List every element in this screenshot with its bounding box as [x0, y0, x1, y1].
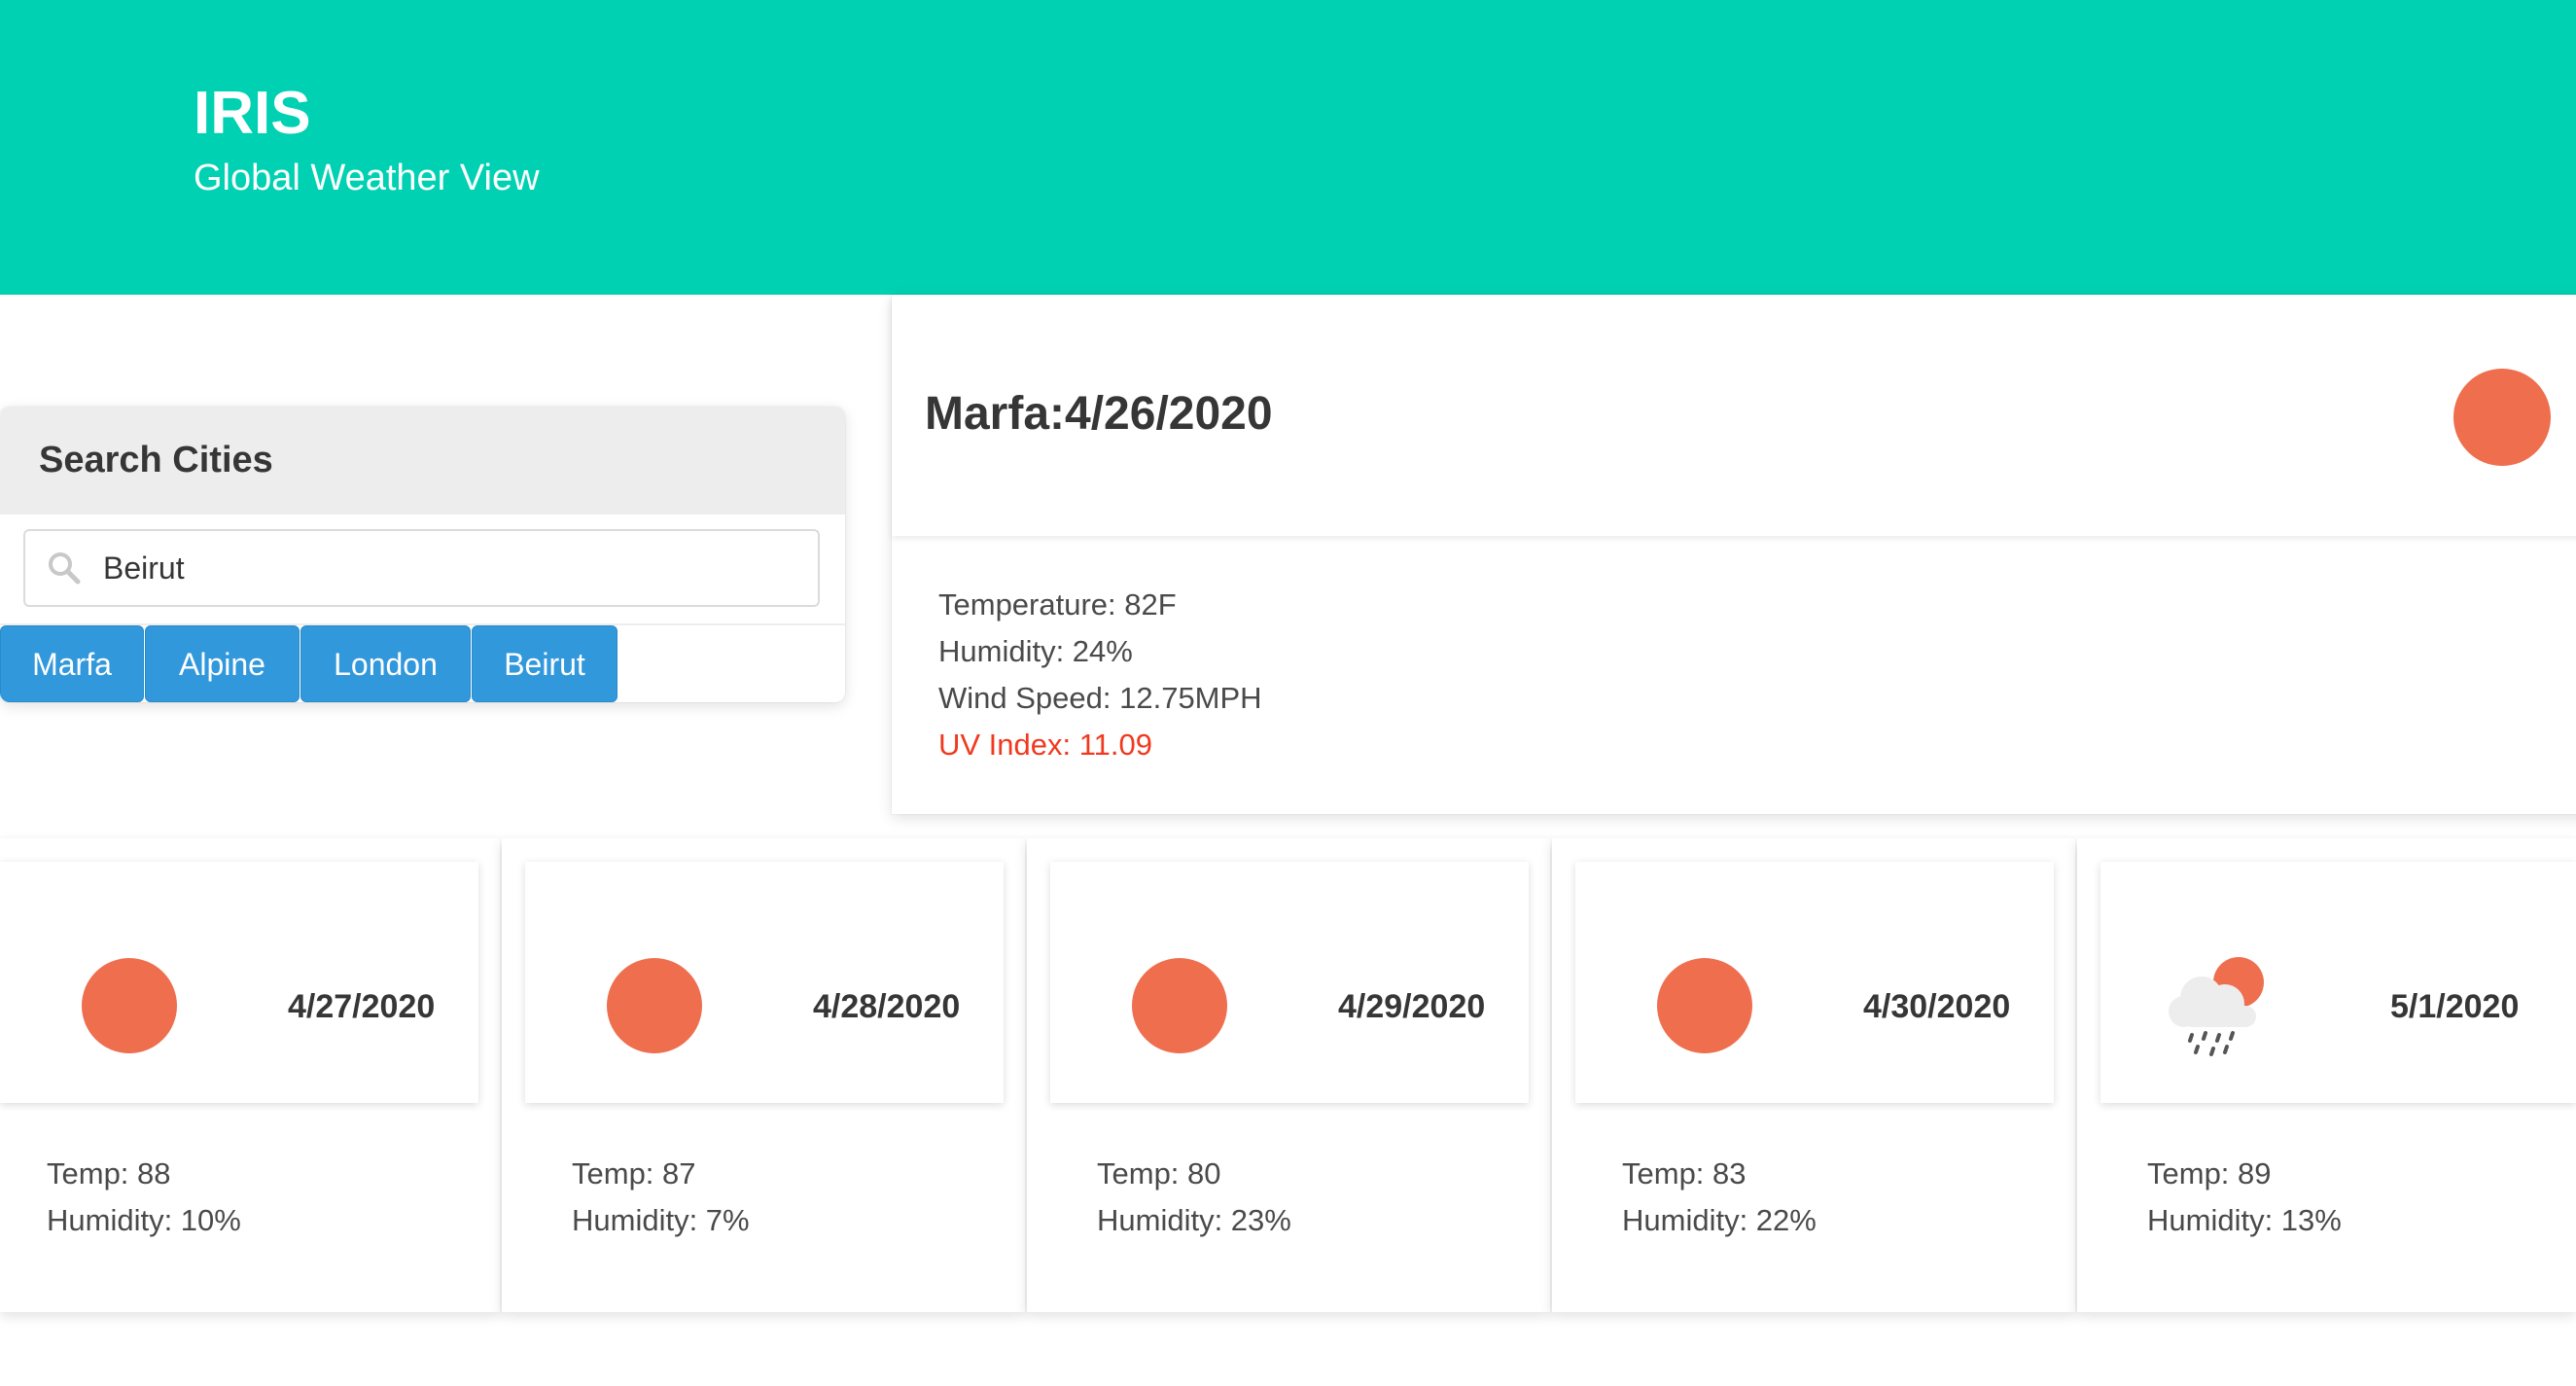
forecast-day: 4/28/2020 Temp: 87 Humidity: 7% [502, 838, 1025, 1312]
city-button-alpine[interactable]: Alpine [145, 625, 300, 702]
uv-index-text: UV Index: 11.09 [938, 728, 1153, 762]
current-weather-header: Marfa:4/26/2020 [892, 295, 2576, 536]
forecast-temp: Temp: 83 [1622, 1156, 1747, 1191]
forecast-day: 5/1/2020 Temp: 89 Humidity: 13% [2077, 838, 2576, 1312]
panel-heading-label: Search Cities [39, 440, 273, 480]
forecast-strip: 4/27/2020 Temp: 88 Humidity: 10% 4/28/20… [0, 838, 2576, 1312]
current-city-date: Marfa:4/26/2020 [925, 388, 1273, 440]
forecast-temp: Temp: 89 [2147, 1156, 2272, 1191]
search-panel: Search Cities Marfa Alpine London Beirut [0, 407, 845, 702]
wind-speed-text: Wind Speed: 12.75MPH [938, 681, 1262, 715]
forecast-card-header: 4/27/2020 [0, 862, 478, 1103]
forecast-details: Temp: 83 Humidity: 22% [1622, 1151, 1817, 1244]
city-button-beirut[interactable]: Beirut [472, 625, 618, 702]
forecast-date: 4/30/2020 [1863, 988, 2011, 1025]
humidity-text: Humidity: 24% [938, 634, 1133, 668]
sun-icon [1132, 958, 1227, 1053]
forecast-card-header: 4/29/2020 [1050, 862, 1529, 1103]
panel-heading: Search Cities [0, 407, 845, 515]
city-button-london[interactable]: London [300, 625, 471, 702]
current-weather-card: Marfa:4/26/2020 Temperature: 82F Humidit… [892, 295, 2576, 814]
forecast-humidity: Humidity: 23% [1097, 1203, 1291, 1237]
forecast-card-header: 4/28/2020 [525, 862, 1004, 1103]
forecast-temp: Temp: 88 [47, 1156, 171, 1191]
forecast-details: Temp: 80 Humidity: 23% [1097, 1151, 1291, 1244]
forecast-date: 4/28/2020 [813, 988, 961, 1025]
rain-cloud-sun-icon [2163, 955, 2270, 1060]
sun-icon [82, 958, 177, 1053]
forecast-day: 4/29/2020 Temp: 80 Humidity: 23% [1027, 838, 1550, 1312]
app-subtitle: Global Weather View [194, 158, 540, 198]
sun-icon [1657, 958, 1752, 1053]
search-field[interactable] [23, 529, 820, 607]
forecast-humidity: Humidity: 13% [2147, 1203, 2342, 1237]
sun-icon [2453, 369, 2551, 466]
forecast-details: Temp: 89 Humidity: 13% [2147, 1151, 2342, 1244]
forecast-day: 4/30/2020 Temp: 83 Humidity: 22% [1552, 838, 2075, 1312]
search-icon [45, 549, 84, 587]
forecast-date: 4/29/2020 [1338, 988, 1486, 1025]
sun-icon [607, 958, 702, 1053]
forecast-card-header: 4/30/2020 [1575, 862, 2054, 1103]
city-button-marfa[interactable]: Marfa [0, 625, 144, 702]
forecast-details: Temp: 88 Humidity: 10% [47, 1151, 241, 1244]
forecast-day: 4/27/2020 Temp: 88 Humidity: 10% [0, 838, 500, 1312]
search-input[interactable] [103, 541, 803, 595]
forecast-details: Temp: 87 Humidity: 7% [572, 1151, 750, 1244]
forecast-temp: Temp: 80 [1097, 1156, 1221, 1191]
current-weather-details: Temperature: 82F Humidity: 24% Wind Spee… [938, 582, 1262, 768]
temperature-text: Temperature: 82F [938, 587, 1177, 622]
forecast-temp: Temp: 87 [572, 1156, 696, 1191]
forecast-card-header: 5/1/2020 [2100, 862, 2576, 1103]
forecast-date: 5/1/2020 [2390, 988, 2520, 1025]
forecast-humidity: Humidity: 22% [1622, 1203, 1817, 1237]
forecast-humidity: Humidity: 10% [47, 1203, 241, 1237]
forecast-humidity: Humidity: 7% [572, 1203, 750, 1237]
hero-header: IRIS Global Weather View [0, 0, 2576, 295]
app-title: IRIS [194, 80, 311, 147]
forecast-date: 4/27/2020 [288, 988, 436, 1025]
